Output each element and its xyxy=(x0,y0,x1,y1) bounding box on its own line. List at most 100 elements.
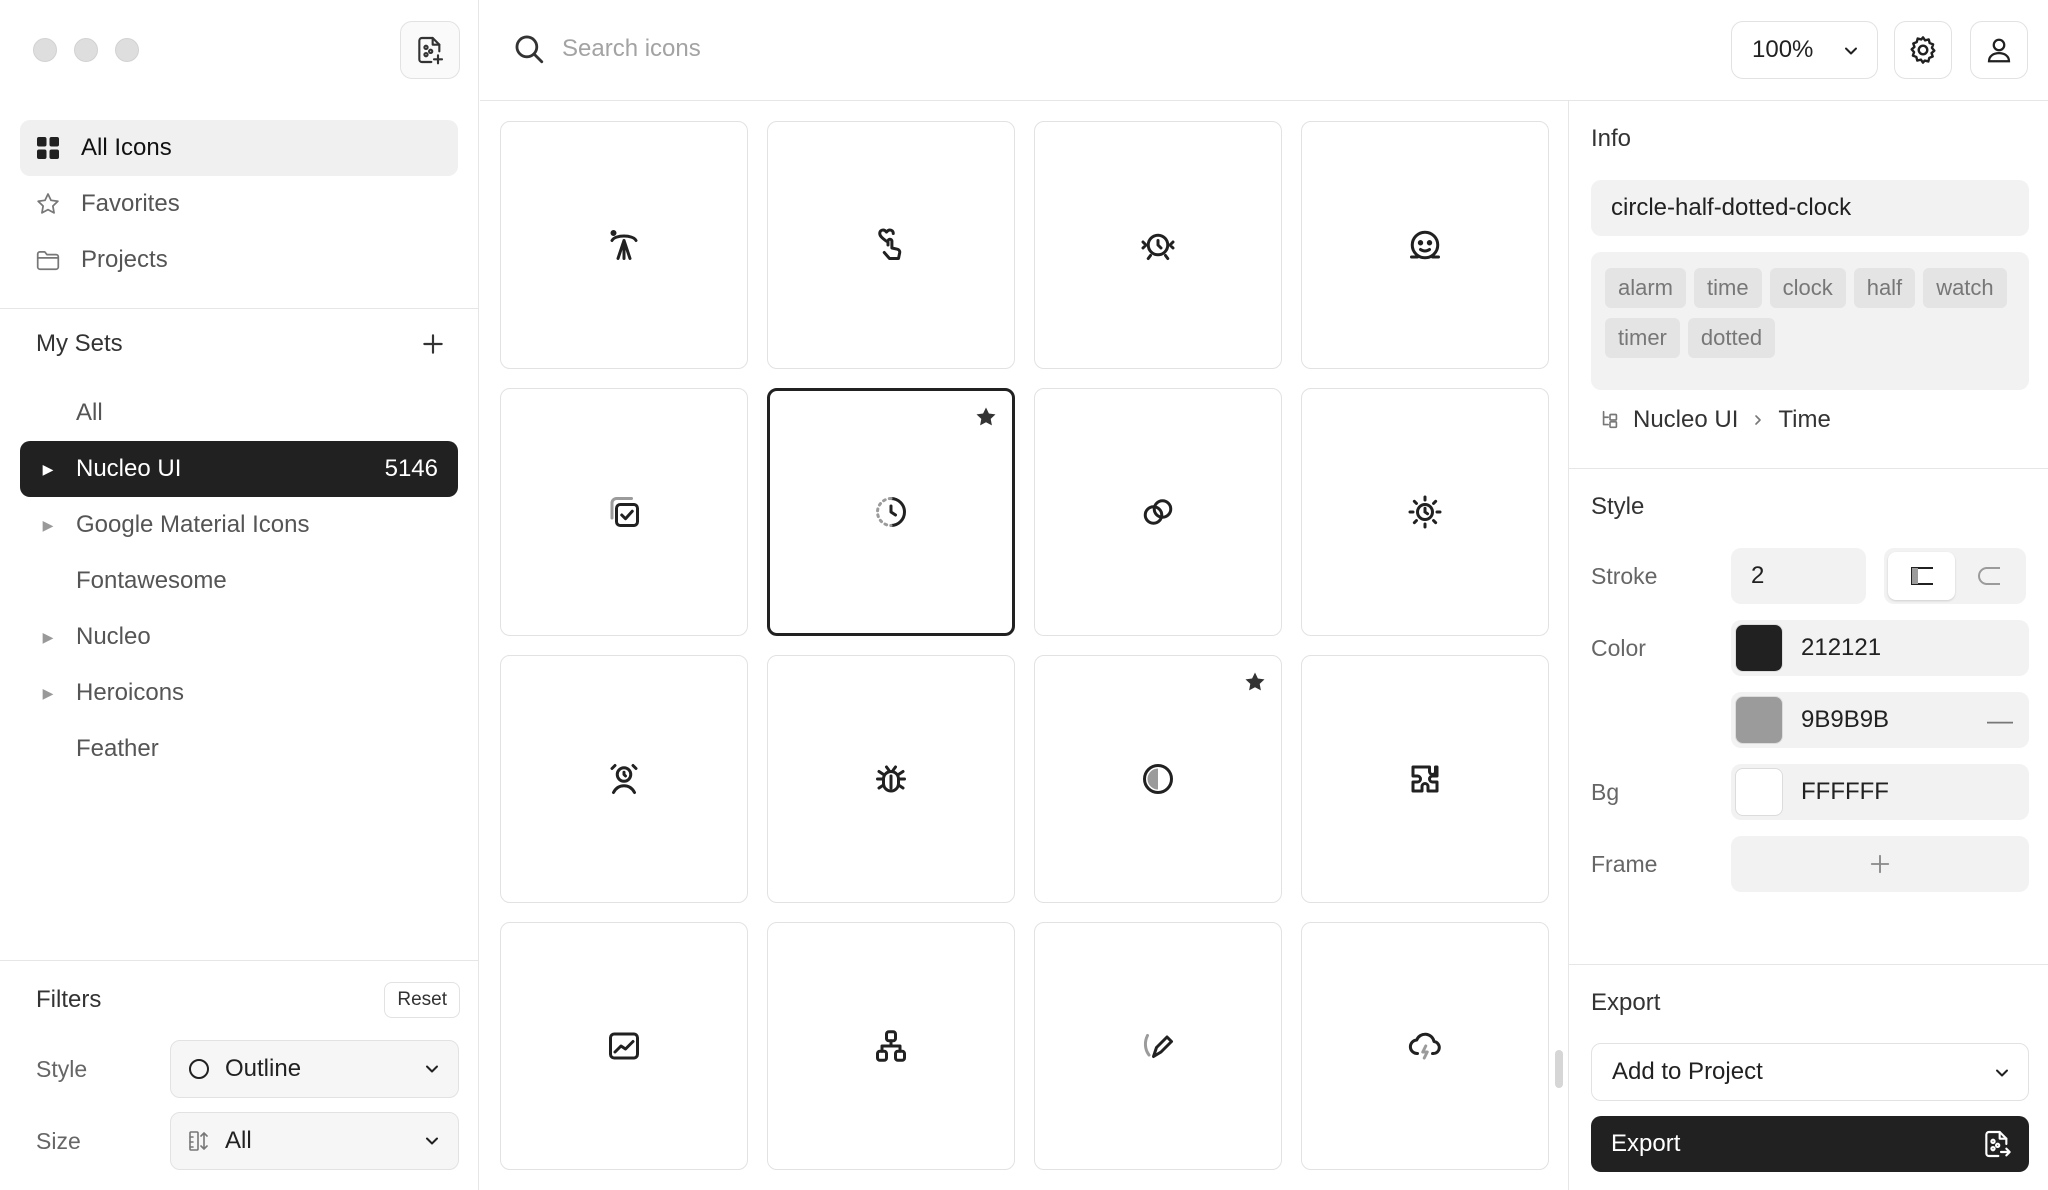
icon-cell[interactable] xyxy=(500,922,748,1170)
settings-button[interactable] xyxy=(1894,21,1952,79)
hand-heart-icon xyxy=(878,228,902,260)
icon-cell-selected[interactable] xyxy=(767,388,1015,636)
nav-item-all-icons[interactable]: All Icons xyxy=(20,120,458,176)
my-sets-title: My Sets xyxy=(36,330,123,357)
icon-cell[interactable] xyxy=(1034,388,1282,636)
new-icon-file-button[interactable] xyxy=(400,21,460,79)
icon-cell[interactable] xyxy=(767,922,1015,1170)
add-frame-button[interactable] xyxy=(1731,836,2029,892)
icon-cell[interactable] xyxy=(767,655,1015,903)
circle-half-icon xyxy=(1143,764,1173,794)
breadcrumb: Nucleo UI Time xyxy=(1599,406,1831,434)
tag[interactable]: dotted xyxy=(1687,318,1776,358)
stroke-square-cap-button[interactable] xyxy=(1888,552,1955,600)
filters-header: Filters Reset xyxy=(36,982,460,1018)
caret-right-icon[interactable]: ▶ xyxy=(20,517,76,534)
account-button[interactable] xyxy=(1970,21,2028,79)
circle-outline-icon xyxy=(187,1057,211,1081)
set-item-label: Nucleo xyxy=(76,623,151,650)
square-cap-icon xyxy=(1910,567,1933,585)
stroke-width-input[interactable]: 2 xyxy=(1731,548,1866,604)
icon-name-field[interactable]: circle-half-dotted-clock xyxy=(1591,180,2029,236)
icon-cell[interactable] xyxy=(1301,655,1549,903)
tag[interactable]: timer xyxy=(1605,318,1680,358)
tag[interactable]: watch xyxy=(1923,268,2007,308)
secondary-color-value[interactable]: 9B9B9B xyxy=(1801,706,1889,734)
set-item-label: Fontawesome xyxy=(76,567,227,594)
nav-item-projects[interactable]: Projects xyxy=(20,232,458,288)
icon-cell[interactable] xyxy=(1034,655,1282,903)
nav-item-label: Projects xyxy=(81,246,168,273)
set-item-google-material-icons[interactable]: ▶ Google Material Icons xyxy=(20,497,458,553)
plus-icon[interactable] xyxy=(420,331,446,357)
icon-cell[interactable] xyxy=(1301,388,1549,636)
folder-icon xyxy=(35,247,61,273)
breadcrumb-category[interactable]: Time xyxy=(1778,406,1830,434)
set-item-count: 5146 xyxy=(384,455,438,482)
add-to-project-select[interactable]: Add to Project xyxy=(1591,1043,2029,1101)
breadcrumb-set[interactable]: Nucleo UI xyxy=(1633,406,1738,434)
zoom-value: 100% xyxy=(1752,36,1814,63)
zoom-select[interactable]: 100% xyxy=(1731,21,1878,79)
remove-color-button[interactable]: — xyxy=(1987,705,2013,736)
icon-cell[interactable] xyxy=(1301,121,1549,369)
set-item-nucleo-ui[interactable]: ▶ Nucleo UI 5146 xyxy=(20,441,458,497)
icon-cell[interactable] xyxy=(767,121,1015,369)
search-input[interactable]: Search icons xyxy=(512,32,701,66)
favorite-star-icon[interactable] xyxy=(974,405,998,429)
set-item-all[interactable]: All xyxy=(20,385,458,441)
set-item-label: All xyxy=(76,399,103,426)
secondary-color-swatch[interactable] xyxy=(1735,696,1783,744)
window-minimize-button[interactable] xyxy=(74,38,98,62)
caret-right-icon[interactable]: ▶ xyxy=(20,685,76,702)
bg-color-field[interactable]: FFFFFF xyxy=(1731,764,2029,820)
set-item-feather[interactable]: Feather xyxy=(20,721,458,777)
size-filter-select[interactable]: All xyxy=(170,1112,459,1170)
set-item-fontawesome[interactable]: Fontawesome xyxy=(20,553,458,609)
filters-title: Filters xyxy=(36,986,102,1013)
square-checks-icon xyxy=(610,497,639,527)
nav-item-label: Favorites xyxy=(81,190,180,217)
grid-scrollbar[interactable] xyxy=(1555,1050,1563,1088)
icon-cell[interactable] xyxy=(500,655,748,903)
style-filter-select[interactable]: Outline xyxy=(170,1040,459,1098)
style-filter-value: Outline xyxy=(225,1055,302,1082)
icon-cell[interactable] xyxy=(500,388,748,636)
icon-cell[interactable] xyxy=(1034,922,1282,1170)
primary-color-swatch[interactable] xyxy=(1735,624,1783,672)
round-cap-icon xyxy=(1977,567,2000,585)
favorite-star-icon[interactable] xyxy=(1243,670,1267,694)
set-list: All ▶ Nucleo UI 5146 ▶ Google Material I… xyxy=(20,385,458,777)
caret-right-icon[interactable]: ▶ xyxy=(20,629,76,646)
caret-right-icon[interactable]: ▶ xyxy=(20,461,76,478)
user-icon xyxy=(1987,38,2011,63)
window-maximize-button[interactable] xyxy=(115,38,139,62)
tag[interactable]: half xyxy=(1853,268,1916,308)
nav-item-favorites[interactable]: Favorites xyxy=(20,176,458,232)
search-placeholder[interactable]: Search icons xyxy=(562,35,701,63)
set-item-nucleo[interactable]: ▶ Nucleo xyxy=(20,609,458,665)
set-item-label: Feather xyxy=(76,735,159,762)
icon-grid xyxy=(500,121,1550,1190)
window-close-button[interactable] xyxy=(33,38,57,62)
stroke-round-cap-button[interactable] xyxy=(1955,552,2022,600)
bg-color-value[interactable]: FFFFFF xyxy=(1801,778,1889,806)
bg-label: Bg xyxy=(1591,778,1620,805)
primary-color-field[interactable]: 212121 xyxy=(1731,620,2029,676)
export-button[interactable]: Export xyxy=(1591,1116,2029,1172)
star-icon xyxy=(35,191,61,217)
secondary-color-field[interactable]: 9B9B9B — xyxy=(1731,692,2029,748)
icon-cell[interactable] xyxy=(1301,922,1549,1170)
tag[interactable]: clock xyxy=(1769,268,1846,308)
set-item-heroicons[interactable]: ▶ Heroicons xyxy=(20,665,458,721)
tag[interactable]: time xyxy=(1694,268,1762,308)
icon-cell[interactable] xyxy=(1034,121,1282,369)
primary-color-value[interactable]: 212121 xyxy=(1801,634,1881,662)
style-filter-row: Style Outline xyxy=(36,1040,460,1098)
bg-color-swatch[interactable] xyxy=(1735,768,1783,816)
reset-button[interactable]: Reset xyxy=(384,982,460,1018)
icon-cell[interactable] xyxy=(500,121,748,369)
tag[interactable]: alarm xyxy=(1605,268,1687,308)
hierarchy-icon xyxy=(876,1030,906,1062)
alarm-clock-rings-icon xyxy=(1141,233,1175,260)
